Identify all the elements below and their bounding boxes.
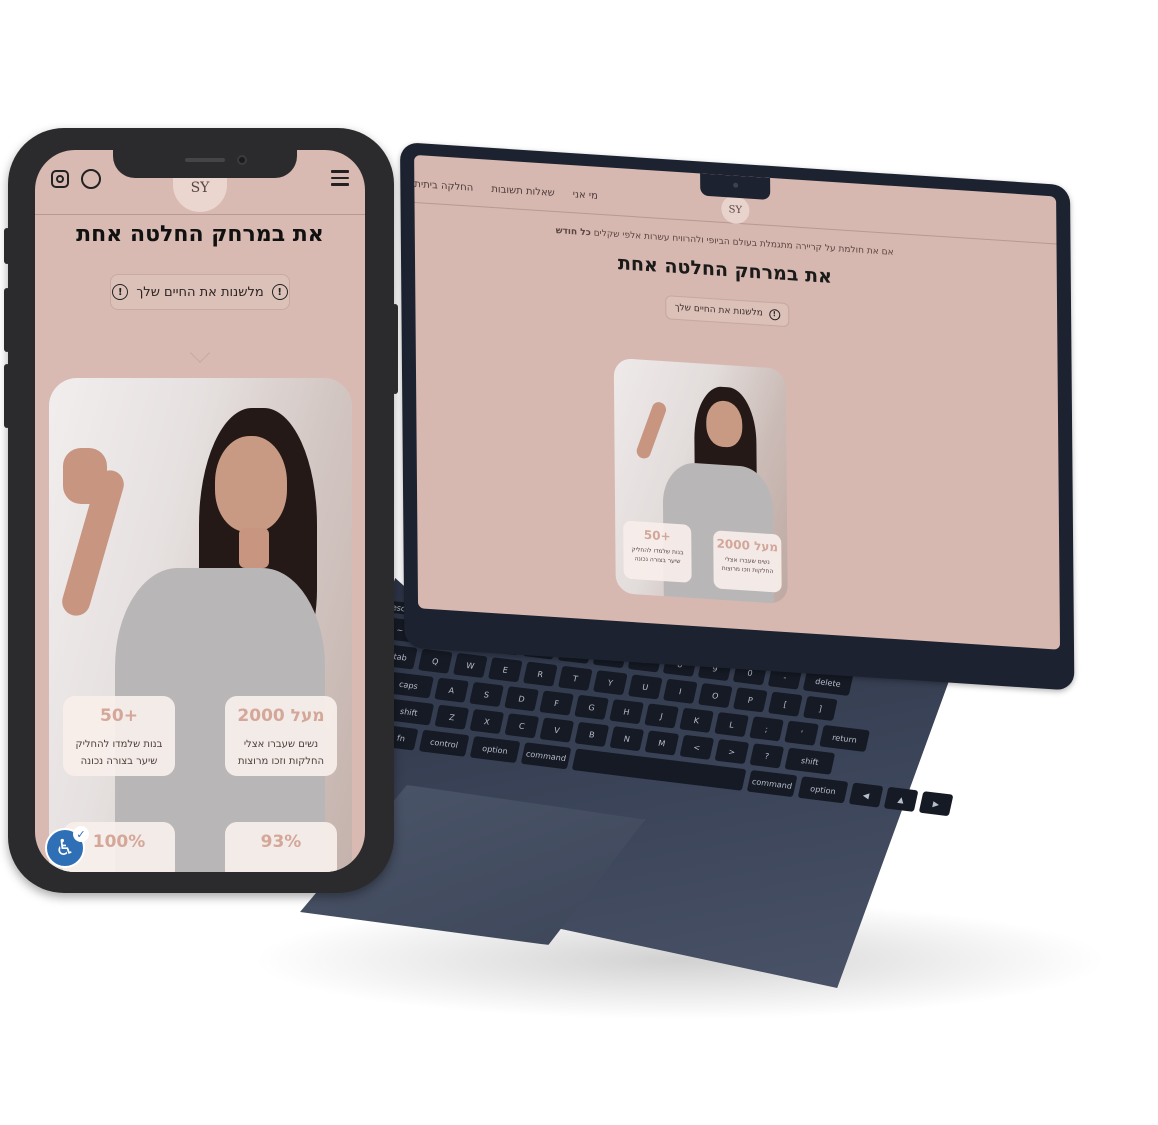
phone-speaker (185, 158, 225, 162)
keyboard-key[interactable]: command (746, 769, 798, 798)
keyboard-key[interactable]: M (644, 730, 680, 756)
keyboard-key[interactable]: L (714, 711, 749, 738)
phone-page-title: את במרחק החלטה אחת (76, 222, 324, 247)
keyboard-key[interactable]: N (609, 726, 645, 752)
stat-number: 93% (260, 832, 302, 852)
phone-screen: SY את במרחק החלטה אחת ! מלשנות את החיים … (35, 150, 365, 872)
phone-volume-down (4, 364, 10, 428)
keyboard-key[interactable]: J (644, 703, 679, 729)
phone-hero-photo (49, 378, 352, 872)
alert-icon: ! (271, 284, 288, 300)
stat-text: נשים שעברו אצלי החלקות וזכו מרוצות (237, 739, 325, 767)
alert-icon: ! (768, 308, 780, 321)
phone-notch (113, 150, 297, 178)
laptop-cta-button[interactable]: ! מלשנות את החיים שלך (665, 295, 790, 328)
keyboard-key[interactable]: return (819, 724, 870, 752)
nav-item-straightening[interactable]: החלקה ביתית (414, 179, 473, 206)
instagram-icon[interactable] (51, 170, 69, 188)
laptop-cta-label: מלשנות את החיים שלך (674, 302, 763, 319)
keyboard-key[interactable]: > (714, 739, 750, 765)
phone-stat-satisfaction: 93% (225, 822, 337, 872)
keyboard-key[interactable]: C (504, 713, 540, 739)
keyboard-key[interactable]: T (557, 665, 593, 691)
keyboard-key[interactable]: control (418, 729, 470, 757)
keyboard-key[interactable]: Q (417, 648, 453, 674)
keyboard-key[interactable]: G (574, 694, 609, 720)
keyboard-key[interactable]: S (469, 681, 504, 708)
stat-text: נשים שעברו אצלי החלקות וזכו מרוצות (721, 556, 774, 576)
phone-frame: SY את במרחק החלטה אחת ! מלשנות את החיים … (4, 128, 398, 893)
keyboard-key[interactable]: command (520, 742, 572, 770)
tagline-bold: כל חודש (555, 226, 591, 239)
keyboard-key[interactable]: X (469, 708, 505, 735)
arm-shape (634, 399, 668, 461)
phone-stat-clients: מעל 2000 נשים שעברו אצלי החלקות וזכו מרו… (225, 696, 337, 776)
laptop-screen: החלקה ביתית שאלות תשובות מי אני SY אם את… (414, 154, 1061, 650)
stat-number: +50 (643, 527, 671, 544)
keyboard-key[interactable]: B (574, 721, 610, 747)
keyboard-key[interactable]: ▶ (918, 791, 954, 817)
nav-item-about[interactable]: מי אני (573, 189, 598, 214)
phone-stat-students: +50 בנות שלמדו להחליק שיער בצורה נכונה (63, 696, 175, 776)
keyboard-key[interactable]: [ (767, 691, 803, 717)
keyboard-key[interactable]: option (797, 776, 849, 804)
face-shape (215, 436, 287, 532)
phone-cta-button[interactable]: ! מלשנות את החיים שלך ! (110, 274, 290, 310)
keyboard-key[interactable]: K (679, 707, 714, 733)
keyboard-key[interactable]: U (627, 674, 663, 700)
phone-cta-label: מלשנות את החיים שלך (136, 284, 264, 300)
phone-volume-up (4, 288, 10, 352)
stat-number: מעל 2000 (237, 706, 325, 726)
keyboard-key[interactable]: D (504, 686, 539, 712)
keyboard-key[interactable]: shift (784, 747, 836, 775)
keyboard-key[interactable]: W (452, 652, 488, 679)
whatsapp-icon[interactable] (81, 169, 101, 189)
phone-power-button (392, 304, 398, 394)
keyboard-key[interactable]: ▲ (883, 786, 919, 812)
keyboard-key[interactable]: ? (749, 743, 785, 769)
keyboard-key[interactable]: P (732, 687, 768, 713)
laptop-lid: החלקה ביתית שאלות תשובות מי אני SY אם את… (400, 142, 1075, 691)
keyboard-key[interactable]: < (679, 734, 715, 760)
keyboard-key[interactable]: R (522, 661, 558, 687)
keyboard-key[interactable]: F (539, 690, 574, 716)
neck-shape (239, 528, 269, 568)
keyboard-key[interactable]: Y (592, 670, 628, 696)
keyboard-key[interactable]: ; (749, 716, 784, 742)
laptop-camera (733, 182, 739, 188)
phone-side-button (4, 228, 10, 264)
laptop-stat-clients: מעל 2000 נשים שעברו אצלי החלקות וזכו מרו… (713, 530, 782, 593)
keyboard-key[interactable]: H (609, 699, 644, 725)
keyboard-key[interactable]: ◀ (848, 782, 884, 808)
check-icon: ✓ (73, 826, 89, 842)
stat-text: בנות שלמדו להחליק שיער בצורה נכונה (75, 739, 163, 767)
hand-shape (63, 448, 107, 504)
keyboard-key[interactable]: ] (802, 695, 838, 722)
laptop-notch (700, 173, 771, 200)
keyboard-key[interactable]: option (469, 735, 521, 764)
stat-number: מעל 2000 (716, 536, 779, 555)
stat-number: +50 (100, 706, 138, 726)
keyboard-key[interactable]: I (662, 678, 698, 704)
nav-item-faq[interactable]: שאלות תשובות (491, 184, 555, 211)
laptop-stat-students: +50 בנות שלמדו להחליק שיער בצורה נכונה (623, 520, 692, 583)
keyboard-key[interactable]: A (434, 677, 469, 703)
keyboard-key[interactable]: V (539, 717, 575, 743)
stat-text: בנות שלמדו להחליק שיער בצורה נכונה (631, 545, 684, 566)
phone-camera (237, 155, 247, 165)
hamburger-menu-icon[interactable] (331, 170, 349, 186)
keyboard-key[interactable]: O (697, 683, 733, 709)
keyboard-key[interactable]: Z (434, 704, 470, 730)
alert-icon: ! (112, 284, 129, 300)
keyboard-key[interactable]: E (487, 657, 523, 683)
chevron-down-icon[interactable] (190, 343, 210, 363)
keyboard-key[interactable]: ' (784, 720, 819, 746)
